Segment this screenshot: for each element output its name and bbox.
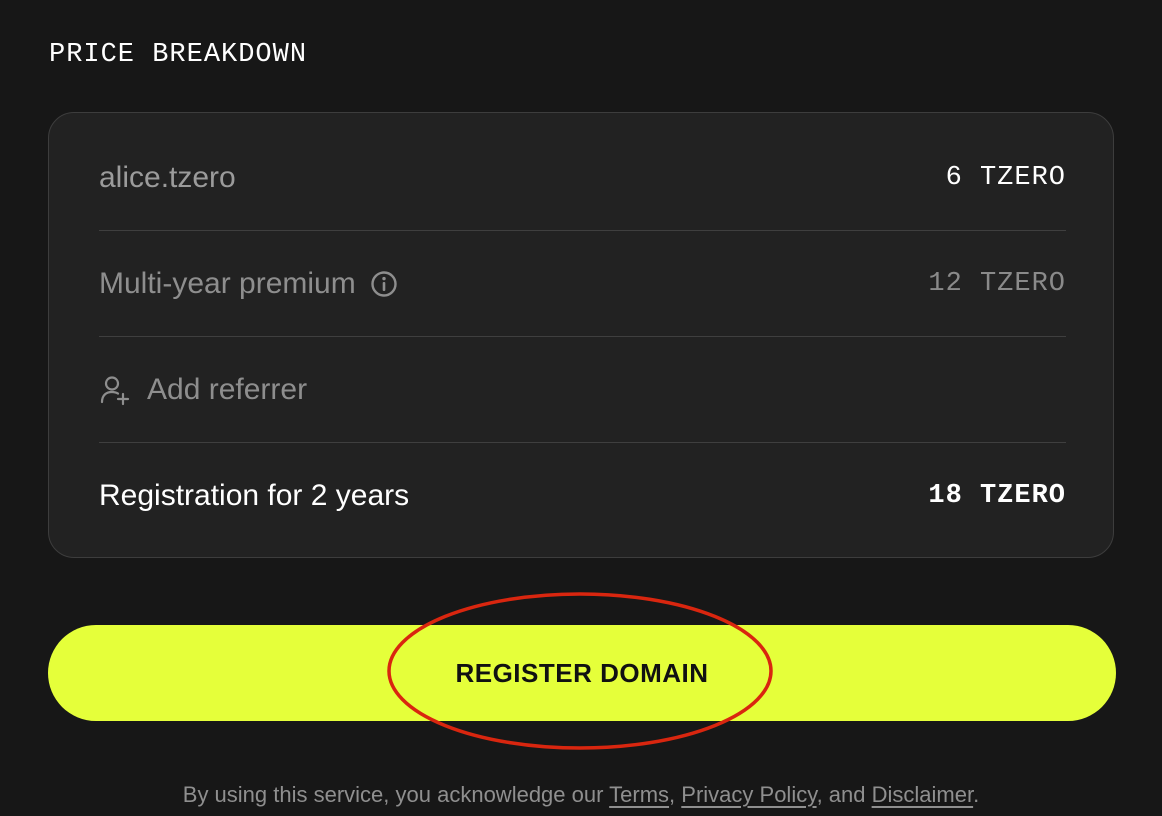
domain-price: 6 TZERO [945,162,1066,193]
legal-separator: , and [816,782,872,807]
disclaimer-link[interactable]: Disclaimer [872,782,973,807]
domain-name: alice.tzero [99,160,236,194]
premium-label: Multi-year premium [99,266,356,300]
total-row: Registration for 2 years 18 TZERO [99,443,1066,549]
terms-link[interactable]: Terms [609,782,669,807]
premium-label-group: Multi-year premium [99,267,398,301]
total-label: Registration for 2 years [99,479,410,512]
domain-row: alice.tzero 6 TZERO [99,125,1066,231]
add-referrer-label: Add referrer [147,372,308,406]
premium-row: Multi-year premium 12 TZERO [99,231,1066,337]
info-icon[interactable] [370,270,398,298]
referrer-row: Add referrer [99,337,1066,443]
register-domain-button[interactable]: REGISTER DOMAIN [48,625,1116,721]
legal-suffix: . [973,782,980,807]
total-price: 18 TZERO [928,481,1066,511]
legal-separator: , [669,782,682,807]
privacy-policy-link[interactable]: Privacy Policy [681,782,816,807]
section-title: PRICE BREAKDOWN [49,40,308,70]
price-breakdown-card: alice.tzero 6 TZERO Multi-year premium 1… [48,112,1114,558]
legal-notice: By using this service, you acknowledge o… [0,779,1162,811]
person-add-icon [99,374,131,406]
premium-price: 12 TZERO [928,268,1066,299]
add-referrer-button[interactable]: Add referrer [99,373,307,407]
legal-prefix: By using this service, you acknowledge o… [182,782,610,807]
